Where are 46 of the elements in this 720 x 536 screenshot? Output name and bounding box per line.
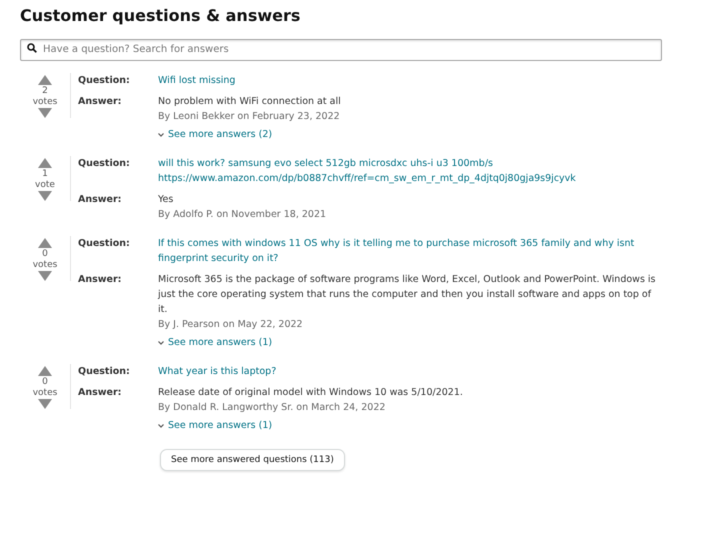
answer-label: Answer: [78,95,122,109]
caret-icon [158,424,164,428]
downvote-icon[interactable] [38,108,52,118]
answer-text: Release date of original model with Windows 10 was 5/10/2021. [158,386,464,400]
answer-text: Microsoft 365 is the package of software programs like Word, Excel, Outlook and PowerPoint. Windows is just the core operating system that runs the computer and then you install software and apps on top of it. [158,273,656,317]
answer-byline: By J. Pearson on May 22, 2022 [158,318,304,332]
see-more-answers-link[interactable]: See more answers (1) [158,418,658,433]
downvote-icon[interactable] [38,271,52,281]
question-link[interactable]: What year is this laptop? [158,364,658,379]
vote-label: vote [35,180,55,190]
vote-count: 2 [42,86,48,96]
answer-text: No problem with WiFi connection at all [158,95,342,109]
see-more-answers-link[interactable]: See more answers (2) [158,127,658,142]
vote-label: votes [32,97,58,107]
answer-label: Answer: [78,386,122,400]
upvote-icon[interactable] [38,366,52,376]
upvote-icon[interactable] [38,238,52,248]
vote-label: votes [32,388,58,398]
question-link[interactable]: If this comes with windows 11 OS why is it telling me to purchase microsoft 365 family and why isnt fingerprint security on it? [158,236,658,266]
caret-icon [158,340,164,344]
search-field[interactable]: Have a question? Search for answers [20,38,662,60]
upvote-icon[interactable] [38,75,52,85]
answer-byline: By Donald R. Langworthy Sr. on March 24, 2022 [158,401,386,415]
answer-byline: By Adolfo P. on November 18, 2021 [158,208,328,222]
answer-label: Answer: [78,273,122,287]
question-label: Question: [78,365,131,379]
upvote-icon[interactable] [38,158,52,168]
question-link[interactable]: will this work? samsung evo select 512gb microsdxc uhs-i u3 100mb/s https://www.amazon.com/dp/b0887chvff/ref=cm_sw_em_r_mt_dp_4djtq0j80gja9s9jcyvk [158,156,658,186]
caret-icon [158,132,164,136]
downvote-icon[interactable] [38,399,52,409]
question-label: Question: [78,74,131,88]
see-more-answers-link[interactable]: See more answers (1) [158,335,658,350]
search-icon [27,43,37,53]
answer-byline: By Leoni Bekker on February 23, 2022 [158,110,341,124]
downvote-icon[interactable] [38,191,52,201]
section-title: Customer questions & answers [20,6,302,25]
vote-count: 1 [42,169,48,179]
vote-label: votes [32,260,58,270]
question-link[interactable]: Wifi lost missing [158,73,658,88]
vote-count: 0 [42,249,48,259]
question-label: Question: [78,157,131,171]
answer-label: Answer: [78,193,122,207]
answer-text: Yes [158,193,174,207]
question-label: Question: [78,237,131,251]
vote-count: 0 [42,377,48,387]
see-more-questions-button[interactable]: See more answered questions (113) [160,449,345,471]
